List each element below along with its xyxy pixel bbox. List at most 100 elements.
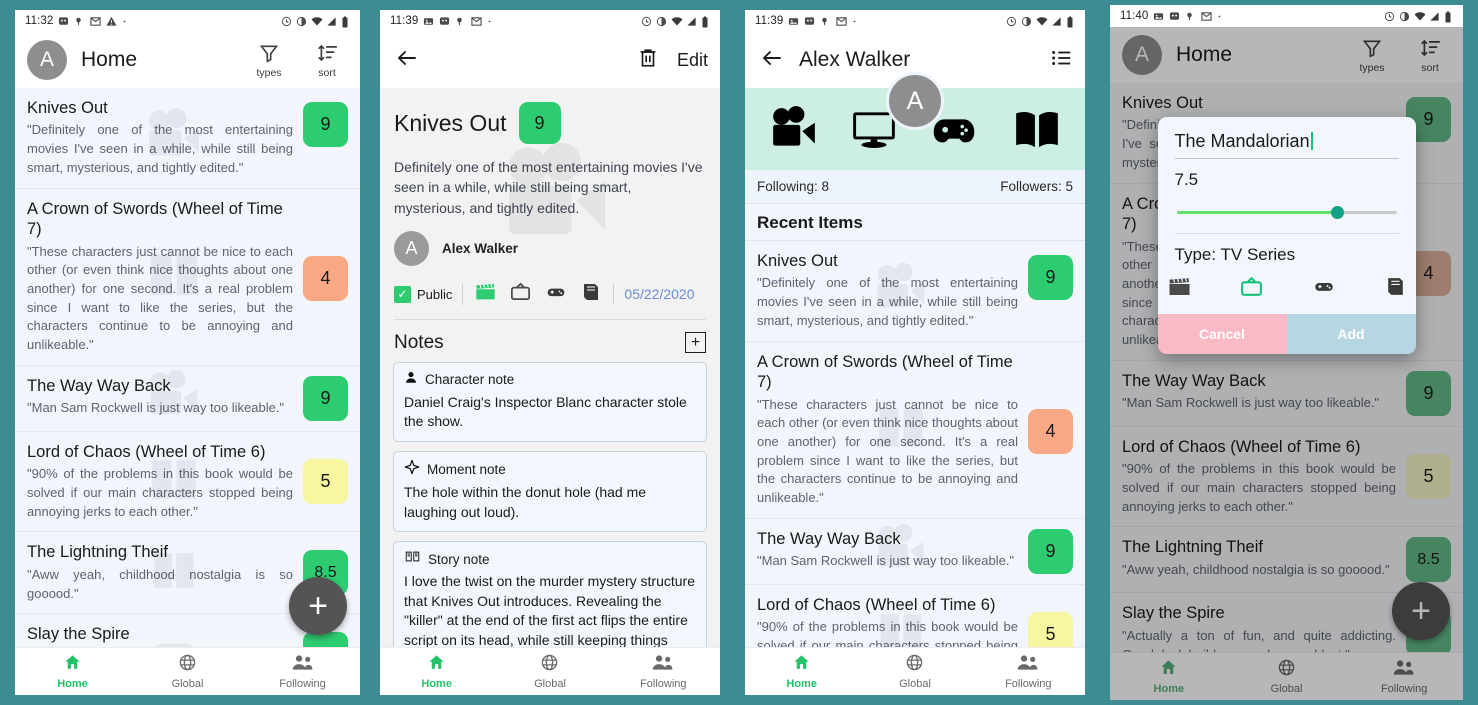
nav-label-following: Following xyxy=(640,678,687,690)
plus-box-icon[interactable]: + xyxy=(685,332,706,354)
detail-author[interactable]: A Alex Walker xyxy=(394,230,706,266)
note-card[interactable]: Moment note The hole within the donut ho… xyxy=(393,451,707,533)
profile-item-list[interactable]: Knives Out "Definitely one of the most e… xyxy=(745,241,1085,651)
nav-item-global[interactable]: Global xyxy=(130,653,245,690)
status-bar: 11:32 xyxy=(15,10,360,32)
location-pin-icon xyxy=(455,16,466,27)
list-item[interactable]: Lord of Chaos (Wheel of Time 6) "90% of … xyxy=(745,585,1085,651)
list-item[interactable]: Knives Out "Definitely one of the most e… xyxy=(745,241,1085,342)
list-item[interactable]: Lord of Chaos (Wheel of Time 6) "90% of … xyxy=(15,432,360,533)
avatar[interactable]: A xyxy=(27,40,67,80)
book-icon[interactable] xyxy=(579,280,603,309)
score-badge: 9 xyxy=(1028,528,1073,574)
sync-icon xyxy=(1384,11,1395,22)
follow-stats-row: Following: 8 Followers: 5 xyxy=(745,170,1085,204)
followers-count[interactable]: Followers: 5 xyxy=(1000,179,1073,194)
page-title: Home xyxy=(81,48,138,71)
battery-icon xyxy=(1066,16,1077,27)
status-clock: 11:39 xyxy=(755,15,784,27)
back-button[interactable] xyxy=(757,45,787,75)
nav-item-global[interactable]: Global xyxy=(858,653,971,690)
item-name-input[interactable]: The Mandalorian xyxy=(1174,131,1399,159)
nav-item-home[interactable]: Home xyxy=(15,653,130,690)
add-item-fab[interactable]: + xyxy=(289,577,347,635)
open-book-icon xyxy=(404,549,421,569)
gmail-icon xyxy=(471,16,483,27)
globe-icon xyxy=(540,653,559,677)
book-icon[interactable] xyxy=(1383,274,1408,304)
person-icon xyxy=(404,370,418,390)
gamepad-icon[interactable] xyxy=(543,282,569,307)
score-badge: 4 xyxy=(303,256,348,302)
message-icon xyxy=(58,16,69,27)
do-not-disturb-icon xyxy=(1021,16,1032,27)
note-label: Character note xyxy=(425,372,515,388)
sync-icon xyxy=(281,16,292,27)
detail-header: Knives Out 9 Definitely one of the most … xyxy=(380,88,720,320)
following-count[interactable]: Following: 8 xyxy=(757,179,829,194)
score-badge: 4 xyxy=(1028,409,1073,455)
dialog-actions: Cancel Add xyxy=(1157,314,1416,354)
note-card[interactable]: Character note Daniel Craig's Inspector … xyxy=(393,361,707,443)
status-clock: 11:32 xyxy=(25,15,54,27)
list-item[interactable]: Knives Out "Definitely one of the most e… xyxy=(15,88,360,189)
nav-item-global[interactable]: Global xyxy=(493,653,606,690)
public-checkbox[interactable]: ✓ xyxy=(394,285,411,303)
types-filter-button[interactable]: types xyxy=(248,41,290,79)
sort-icon xyxy=(317,41,338,65)
notes-header: Notes + xyxy=(380,320,720,362)
add-button[interactable]: Add xyxy=(1286,314,1416,354)
film-clapper-icon[interactable] xyxy=(473,281,498,308)
score-value-label: 7.5 xyxy=(1174,170,1199,189)
score-badge xyxy=(303,632,348,647)
back-button[interactable] xyxy=(392,45,422,75)
gamepad-icon[interactable] xyxy=(1310,276,1338,302)
home-icon xyxy=(792,653,811,677)
sort-button[interactable]: sort xyxy=(306,41,348,79)
item-title: Knives Out xyxy=(757,252,838,270)
list-item[interactable]: The Way Way Back "Man Sam Rockwell is ju… xyxy=(745,519,1085,585)
trash-icon[interactable] xyxy=(637,46,659,74)
item-title: The Lightning Theif xyxy=(27,543,168,562)
nav-item-following[interactable]: Following xyxy=(607,653,720,690)
nav-item-following[interactable]: Following xyxy=(972,653,1085,690)
nav-item-home[interactable]: Home xyxy=(380,653,493,690)
tv-icon[interactable] xyxy=(1238,274,1265,304)
score-slider[interactable] xyxy=(1176,203,1397,221)
avatar: A xyxy=(394,230,429,266)
slider-fill xyxy=(1176,211,1338,214)
gmail-icon xyxy=(836,16,848,27)
note-card[interactable]: Story note I love the twist on the murde… xyxy=(393,541,707,647)
home-item-list[interactable]: Knives Out "Definitely one of the most e… xyxy=(15,88,360,647)
list-item[interactable]: A Crown of Swords (Wheel of Time 7) "The… xyxy=(15,189,360,366)
item-name-value: The Mandalorian xyxy=(1174,131,1310,151)
globe-icon xyxy=(905,653,924,677)
score-badge: 9 xyxy=(1028,255,1073,300)
battery-icon xyxy=(701,16,712,27)
list-item[interactable]: The Way Way Back "Man Sam Rockwell is ju… xyxy=(15,366,360,432)
slider-knob[interactable] xyxy=(1331,206,1345,219)
do-not-disturb-icon xyxy=(656,16,667,27)
location-pin-icon xyxy=(1185,11,1196,22)
film-clapper-icon[interactable] xyxy=(1166,275,1193,304)
cancel-button[interactable]: Cancel xyxy=(1157,314,1287,354)
back-arrow-icon xyxy=(395,46,419,75)
nav-item-home[interactable]: Home xyxy=(745,653,858,690)
nav-label-following: Following xyxy=(279,678,326,690)
movie-camera-icon xyxy=(760,104,828,154)
nav-item-following[interactable]: Following xyxy=(245,653,360,690)
status-bar: 11:39 xyxy=(745,10,1085,32)
bottom-navigation: Home Global Following xyxy=(15,647,360,695)
score-badge: 9 xyxy=(303,102,348,147)
edit-button[interactable]: Edit xyxy=(677,50,708,71)
type-selector xyxy=(1158,265,1416,314)
item-title: Lord of Chaos (Wheel of Time 6) xyxy=(27,442,266,461)
tv-icon[interactable] xyxy=(508,280,533,308)
item-title: A Crown of Swords (Wheel of Time 7) xyxy=(27,199,283,239)
list-icon[interactable] xyxy=(1049,47,1073,74)
profile-avatar: A xyxy=(886,72,944,130)
home-icon xyxy=(427,653,446,677)
status-clock: 11:39 xyxy=(390,15,419,27)
list-item[interactable]: A Crown of Swords (Wheel of Time 7) "The… xyxy=(745,342,1085,519)
score-badge: 5 xyxy=(1028,612,1073,651)
